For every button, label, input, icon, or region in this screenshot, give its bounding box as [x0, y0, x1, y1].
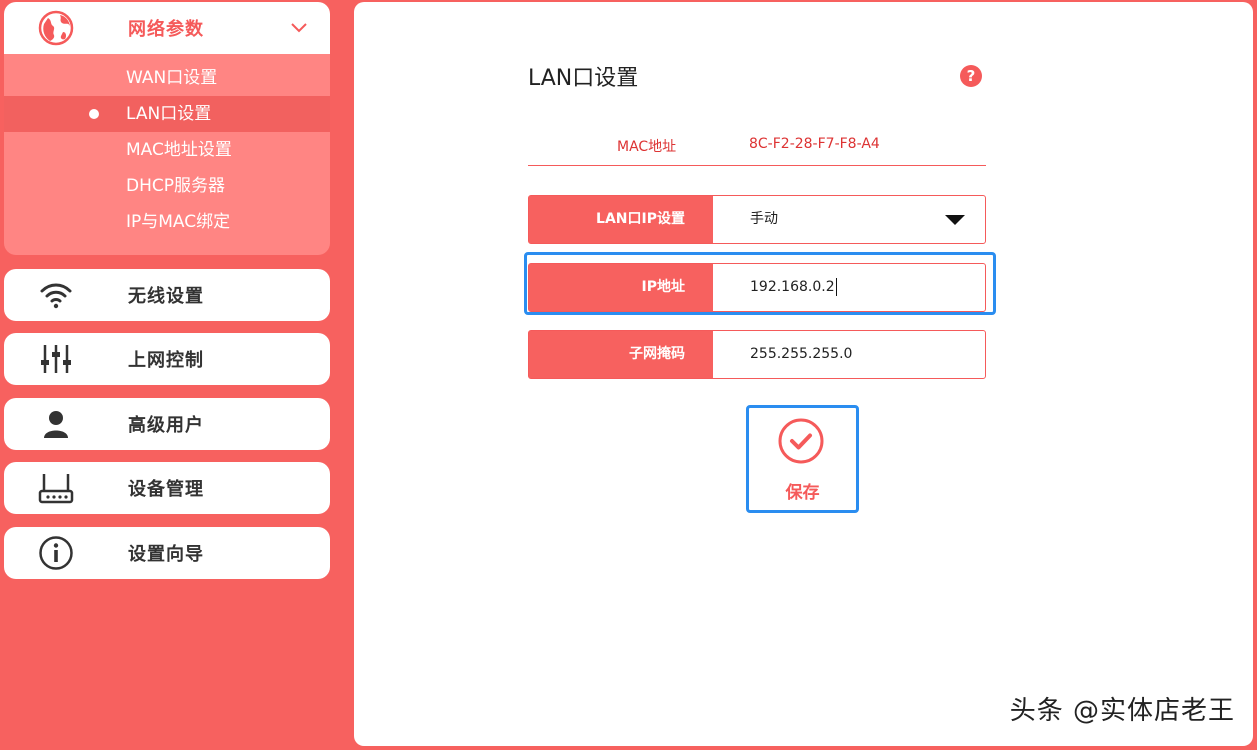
router-icon: [36, 468, 76, 508]
submenu-item-lan[interactable]: LAN口设置: [4, 96, 330, 132]
save-button[interactable]: 保存: [746, 405, 859, 513]
submenu-item-ipmac[interactable]: IP与MAC绑定: [4, 204, 330, 240]
menu-internet-control[interactable]: 上网控制: [4, 333, 330, 385]
dropdown-arrow-icon: [945, 215, 965, 225]
lan-ip-mode-value: 手动: [750, 211, 778, 227]
submenu-item-dhcp-label: DHCP服务器: [126, 176, 225, 196]
menu-network-params[interactable]: 网络参数: [4, 2, 330, 54]
ip-address-field[interactable]: IP地址 192.168.0.2: [528, 263, 986, 312]
submenu-item-mac[interactable]: MAC地址设置: [4, 132, 330, 168]
submenu-item-wan-label: WAN口设置: [126, 68, 218, 88]
help-icon[interactable]: ?: [960, 65, 982, 87]
menu-setup-wizard-label: 设置向导: [128, 544, 204, 565]
info-icon: [36, 533, 76, 573]
wifi-icon: [36, 275, 76, 315]
globe-icon: [36, 8, 76, 48]
menu-device-management[interactable]: 设备管理: [4, 462, 330, 514]
ip-address-label: IP地址: [529, 264, 713, 311]
lan-ip-mode-select[interactable]: LAN口IP设置 手动: [528, 195, 986, 244]
text-caret: [835, 278, 837, 296]
submenu-item-lan-label: LAN口设置: [126, 104, 212, 124]
menu-network-label: 网络参数: [128, 19, 204, 40]
menu-wireless-label: 无线设置: [128, 286, 204, 307]
mac-address-label: MAC地址: [617, 139, 677, 155]
user-icon: [36, 404, 76, 444]
submenu-item-wan[interactable]: WAN口设置: [4, 60, 330, 96]
subnet-mask-field[interactable]: 子网掩码 255.255.255.0: [528, 330, 986, 379]
menu-advanced-user[interactable]: 高级用户: [4, 398, 330, 450]
chevron-down-icon: [291, 23, 307, 33]
main-panel: LAN口设置 ? MAC地址 8C-F2-28-F7-F8-A4 LAN口IP设…: [354, 2, 1253, 746]
page-title: LAN口设置: [528, 66, 639, 91]
submenu-item-ipmac-label: IP与MAC绑定: [126, 212, 231, 232]
subnet-mask-input[interactable]: 255.255.255.0: [750, 331, 852, 378]
ip-address-value: 192.168.0.2: [750, 279, 835, 295]
submenu-item-mac-label: MAC地址设置: [126, 140, 232, 160]
menu-advanced-user-label: 高级用户: [128, 415, 204, 436]
watermark: 头条 @实体店老王: [1009, 696, 1235, 726]
save-label: 保存: [785, 483, 820, 503]
submenu-item-dhcp[interactable]: DHCP服务器: [4, 168, 330, 204]
checkmark-circle-icon: [778, 418, 824, 464]
sidebar: 网络参数 WAN口设置 LAN口设置 MAC地址设置 DHCP服务器 IP与MA…: [0, 0, 340, 750]
menu-wireless[interactable]: 无线设置: [4, 269, 330, 321]
active-dot-icon: [89, 109, 99, 119]
mac-address-row: MAC地址 8C-F2-28-F7-F8-A4: [528, 127, 986, 166]
ip-address-input[interactable]: 192.168.0.2: [750, 264, 837, 311]
subnet-mask-label: 子网掩码: [529, 331, 713, 378]
sliders-icon: [36, 339, 76, 379]
menu-setup-wizard[interactable]: 设置向导: [4, 527, 330, 579]
network-submenu: WAN口设置 LAN口设置 MAC地址设置 DHCP服务器 IP与MAC绑定: [4, 54, 330, 255]
mac-address-value: 8C-F2-28-F7-F8-A4: [749, 136, 880, 152]
lan-ip-mode-label: LAN口IP设置: [529, 196, 713, 243]
menu-device-management-label: 设备管理: [128, 479, 204, 500]
menu-internet-control-label: 上网控制: [128, 350, 204, 371]
